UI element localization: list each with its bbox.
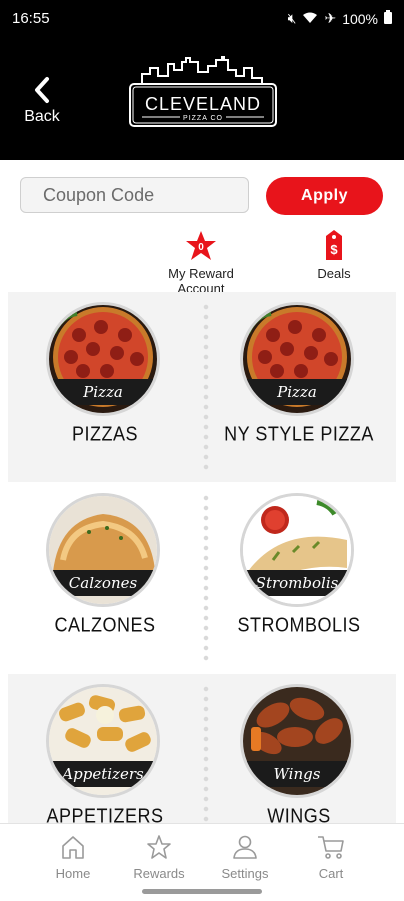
logo-title: CLEVELAND (145, 94, 261, 114)
tab-home-label: Home (55, 866, 91, 881)
menu-row: Pizza PIZZAS Pizza NY STYLE PIZZA (8, 292, 396, 482)
wifi-icon (302, 11, 318, 27)
category-banner: Appetizers (49, 761, 157, 787)
tab-rewards[interactable]: Rewards (119, 834, 199, 881)
tab-cart-label: Cart (318, 866, 344, 881)
price-tag-icon: $ (326, 230, 342, 260)
status-time: 16:55 (12, 10, 50, 27)
brand-logo: CLEVELAND PIZZA CO (128, 55, 278, 130)
deals-button[interactable]: $ Deals (306, 230, 362, 281)
airplane-icon: ✈ (324, 10, 337, 26)
category-image: Strombolis (240, 493, 354, 607)
star-badge-icon: 0 (186, 231, 216, 260)
quick-actions: 0 My Reward Account $ Deals (0, 230, 404, 296)
reward-account-button[interactable]: 0 My Reward Account (146, 230, 256, 296)
tab-home[interactable]: Home (33, 834, 113, 881)
menu-tile-appetizers[interactable]: Appetizers APPETIZERS (8, 674, 202, 823)
tab-settings-label: Settings (221, 866, 269, 881)
back-label: Back (24, 108, 60, 125)
menu-tile-calzones[interactable]: Calzones CALZONES (8, 483, 202, 673)
category-image: Wings (240, 684, 354, 798)
deals-symbol: $ (330, 242, 338, 257)
menu-row: Calzones CALZONES Strombolis STROMBOLIS (8, 483, 396, 673)
star-icon (147, 835, 171, 859)
battery-icon (384, 10, 392, 27)
category-image: Pizza (240, 302, 354, 416)
chevron-left-icon (35, 77, 49, 103)
deals-label: Deals (317, 266, 351, 281)
home-icon (62, 836, 84, 859)
category-image: Appetizers (46, 684, 160, 798)
menu-row: Appetizers APPETIZERS Wings WINGS (8, 674, 396, 823)
menu-grid: Pizza PIZZAS Pizza NY STYLE PIZZA Calzon… (0, 290, 404, 823)
menu-tile-wings[interactable]: Wings WINGS (202, 674, 396, 823)
category-label: APPETIZERS (46, 804, 164, 823)
tab-cart[interactable]: Cart (291, 834, 371, 881)
coupon-code-input[interactable] (20, 177, 249, 213)
user-icon (233, 835, 257, 859)
reward-count: 0 (198, 242, 204, 253)
category-banner: Pizza (243, 379, 351, 405)
battery-percent: 100% (342, 10, 378, 27)
category-banner: Wings (243, 761, 351, 787)
coupon-row: Apply (0, 160, 404, 230)
app-header: Back CLEVELAND PIZZA CO (0, 36, 404, 160)
category-label: NY STYLE PIZZA (224, 422, 374, 446)
back-button[interactable]: Back (20, 76, 64, 126)
category-image: Pizza (46, 302, 160, 416)
cart-icon (318, 836, 344, 859)
menu-tile-pizzas[interactable]: Pizza PIZZAS (8, 292, 202, 482)
category-label: CALZONES (54, 613, 156, 637)
category-banner: Strombolis (243, 570, 351, 596)
status-bar: 16:55 🔇︎ ✈ 100% (0, 0, 404, 36)
logo-subtitle: PIZZA CO (183, 115, 223, 122)
gesture-bar[interactable] (142, 889, 262, 894)
tab-rewards-label: Rewards (133, 866, 185, 881)
category-banner: Calzones (49, 570, 157, 596)
menu-tile-ny-style-pizza[interactable]: Pizza NY STYLE PIZZA (202, 292, 396, 482)
mute-icon: 🔇︎ (287, 10, 297, 26)
category-label: WINGS (267, 804, 331, 823)
status-icons: 🔇︎ ✈ 100% (288, 10, 392, 27)
category-label: STROMBOLIS (237, 613, 361, 637)
category-label: PIZZAS (71, 422, 138, 446)
apply-button[interactable]: Apply (266, 177, 383, 215)
category-banner: Pizza (49, 379, 157, 405)
tab-settings[interactable]: Settings (205, 834, 285, 881)
category-image: Calzones (46, 493, 160, 607)
menu-tile-strombolis[interactable]: Strombolis STROMBOLIS (202, 483, 396, 673)
